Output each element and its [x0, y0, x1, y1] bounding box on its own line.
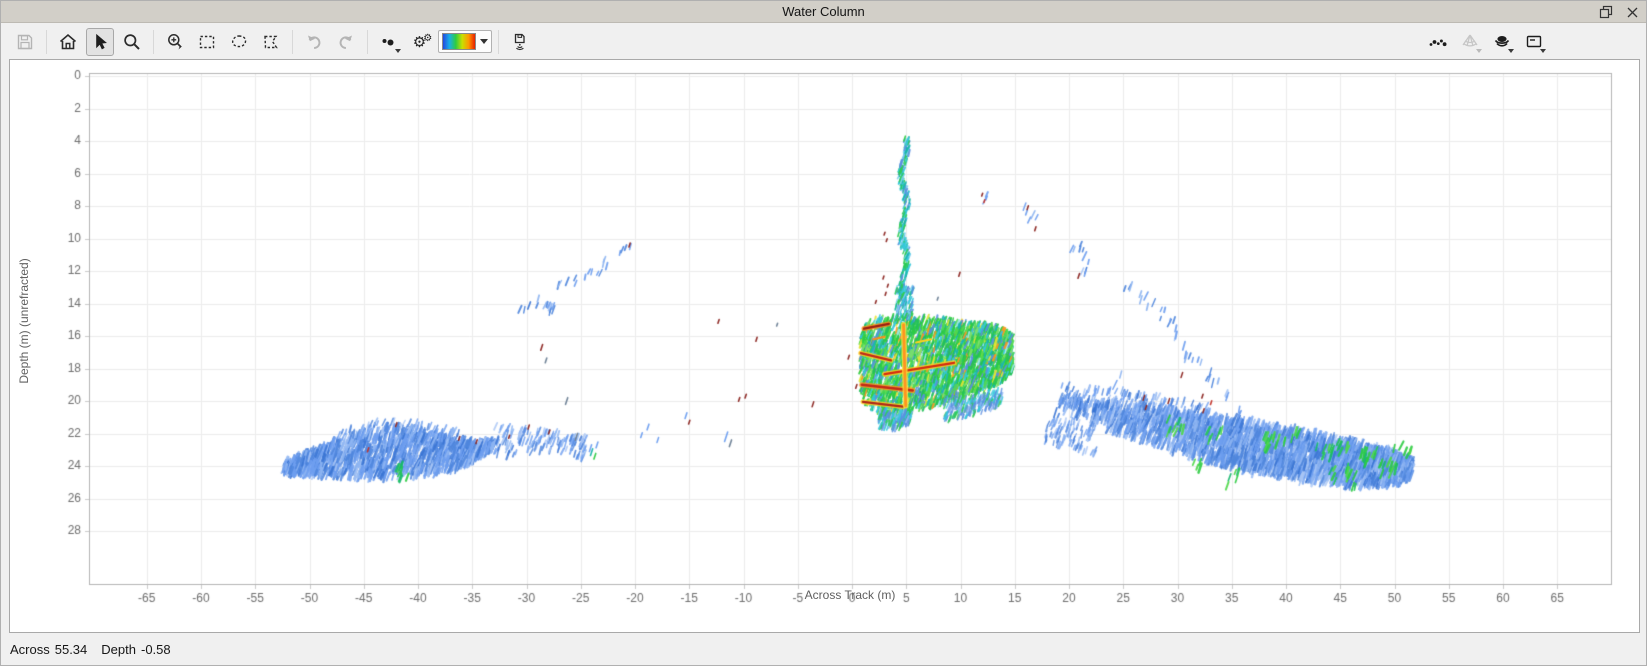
float-window-icon	[1599, 5, 1613, 19]
status-depth: Depth -0.58	[101, 642, 170, 657]
toolbar-separator	[367, 29, 368, 54]
toolbar: ⚙⚙	[1, 24, 1646, 59]
settings-button[interactable]: ⚙⚙	[407, 28, 435, 56]
dropdown-arrow-icon	[395, 48, 401, 53]
zoom-area-icon	[165, 32, 185, 52]
polygon-select-icon	[261, 32, 281, 52]
gears-icon: ⚙⚙	[412, 32, 432, 51]
redo-button[interactable]	[332, 28, 360, 56]
toolbar-separator	[46, 29, 47, 54]
close-window-button[interactable]	[1622, 3, 1642, 21]
home-button[interactable]	[54, 28, 82, 56]
plot-widget: Depth (m) (unrefracted) Across Track (m)	[9, 59, 1640, 633]
save-water-column-button[interactable]	[506, 28, 534, 56]
pointer-tool-button[interactable]	[86, 27, 114, 56]
rect-select-icon	[197, 32, 217, 52]
zoom-area-button[interactable]	[161, 28, 189, 56]
lasso-select-icon	[229, 32, 249, 52]
dropdown-arrow-icon	[1476, 48, 1482, 53]
ping-points-button[interactable]	[1424, 28, 1452, 56]
undo-icon	[304, 32, 324, 52]
lasso-select-button[interactable]	[225, 28, 253, 56]
status-depth-label: Depth	[101, 641, 136, 657]
y-axis-title: Depth (m) (unrefracted)	[17, 258, 31, 384]
toolbar-separator	[153, 29, 154, 54]
magnifier-icon	[122, 32, 142, 52]
beam-fan-button[interactable]	[1456, 28, 1484, 56]
toolbar-separator	[498, 29, 499, 54]
save-button[interactable]	[11, 28, 39, 56]
status-across-label: Across	[10, 641, 50, 657]
colormap-gradient-swatch	[442, 33, 476, 50]
polygon-select-button[interactable]	[257, 28, 285, 56]
x-axis-title: Across Track (m)	[804, 588, 896, 602]
redo-icon	[336, 32, 356, 52]
toolbar-separator	[292, 29, 293, 54]
dropdown-arrow-icon	[1540, 48, 1546, 53]
window-title: Water Column	[782, 4, 865, 19]
close-icon	[1626, 6, 1639, 19]
zoom-tool-button[interactable]	[118, 28, 146, 56]
colormap-combo	[438, 30, 492, 53]
dropdown-arrow-icon	[1508, 48, 1514, 53]
ping-points-icon	[1428, 32, 1448, 52]
status-across: Across 55.34	[10, 642, 87, 657]
rectangle-select-button[interactable]	[193, 28, 221, 56]
water-column-plot[interactable]	[10, 60, 1639, 632]
dropdown-arrow-icon	[480, 39, 488, 44]
home-icon	[58, 32, 78, 52]
pointer-cursor-icon	[90, 32, 110, 52]
status-bar: Across 55.34 Depth -0.58	[1, 633, 1646, 665]
title-bar[interactable]: Water Column	[1, 1, 1646, 23]
status-depth-value: -0.58	[140, 641, 171, 657]
colormap-select[interactable]	[438, 28, 492, 56]
swath-view-button[interactable]	[1488, 28, 1516, 56]
titlebar-buttons	[1596, 1, 1642, 23]
water-column-window: Water Column ⚙⚙ Depth (m) (unrefracted) …	[0, 0, 1647, 666]
undo-button[interactable]	[300, 28, 328, 56]
point-display-button[interactable]	[375, 28, 403, 56]
float-window-button[interactable]	[1596, 3, 1616, 21]
status-across-value: 55.34	[54, 641, 88, 657]
display-panel-button[interactable]	[1520, 28, 1548, 56]
save-pings-icon	[510, 32, 530, 52]
save-icon	[15, 32, 35, 52]
